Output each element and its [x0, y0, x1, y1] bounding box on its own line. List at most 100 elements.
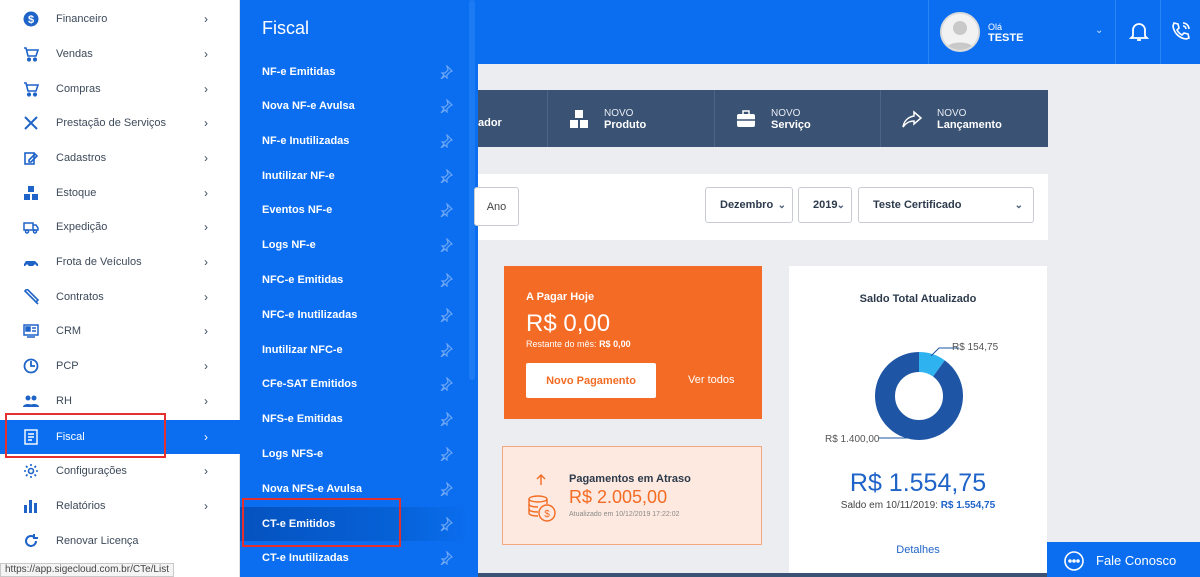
submenu-item-nfe-inutilizadas[interactable]: NF-e Inutilizadas [240, 124, 470, 158]
dollar-circle-icon: $ [23, 11, 39, 27]
submenu-item-inutilizar-nfe[interactable]: Inutilizar NF-e [240, 159, 470, 193]
pin-icon[interactable] [439, 307, 454, 323]
sidebar-item-estoque[interactable]: Estoque › [0, 176, 240, 210]
submenu-item-nova-nfse-avulsa[interactable]: Nova NFS-e Avulsa [240, 472, 470, 506]
cart-icon [23, 81, 39, 97]
chevron-right-icon: › [204, 359, 208, 373]
pin-icon[interactable] [439, 411, 454, 427]
sidebar-item-renovar-licenca[interactable]: Renovar Licença [0, 524, 240, 558]
quick-action-partial-label[interactable]: ador [478, 117, 502, 129]
pin-icon[interactable] [439, 376, 454, 392]
submenu-item-logs-nfse[interactable]: Logs NFS-e [240, 437, 470, 471]
chevron-right-icon: › [204, 116, 208, 130]
svg-text:$: $ [544, 509, 550, 520]
sidebar-item-label: Cadastros [56, 152, 107, 164]
share-arrow-icon [901, 108, 923, 130]
sidebar-item-configuracoes[interactable]: Configurações › [0, 454, 240, 488]
pin-icon[interactable] [439, 202, 454, 218]
chat-button[interactable]: Fale Conosco [1047, 542, 1200, 577]
sidebar-item-cadastros[interactable]: Cadastros › [0, 141, 240, 175]
view-all-link[interactable]: Ver todos [688, 374, 734, 386]
pin-icon[interactable] [439, 550, 454, 566]
sidebar-item-compras[interactable]: Compras › [0, 72, 240, 106]
chevron-right-icon: › [204, 430, 208, 444]
new-payment-button[interactable]: Novo Pagamento [526, 363, 656, 398]
donut-slice [875, 352, 963, 440]
chevron-right-icon: › [204, 82, 208, 96]
sidebar-item-label: Financeiro [56, 13, 108, 25]
refresh-icon [23, 533, 39, 549]
quick-action-label: Serviço [771, 119, 811, 131]
chevron-right-icon: › [204, 290, 208, 304]
sidebar-item-vendas[interactable]: Vendas › [0, 37, 240, 71]
sidebar-item-label: Prestação de Serviços [56, 117, 167, 129]
sidebar-item-label: CRM [56, 325, 82, 337]
details-link[interactable]: Detalhes [789, 544, 1047, 556]
submenu-item-nfce-inutilizadas[interactable]: NFC-e Inutilizadas [240, 298, 470, 332]
coins-arrow-icon: $ [525, 473, 559, 523]
sidebar-item-frota-veiculos[interactable]: Frota de Veículos › [0, 245, 240, 279]
submenu-item-nova-nfe-avulsa[interactable]: Nova NF-e Avulsa [240, 89, 470, 123]
pay-today-card: A Pagar Hoje R$ 0,00 Restante do mês: R$… [504, 266, 762, 419]
clock-chart-icon [23, 358, 39, 374]
sidebar-item-label: Fiscal [56, 431, 85, 443]
pin-icon[interactable] [439, 516, 454, 532]
chevron-down-icon[interactable]: ⌄ [1095, 25, 1103, 36]
sidebar-item-pcp[interactable]: PCP › [0, 349, 240, 383]
new-service-button[interactable]: NOVO Serviço [714, 90, 880, 147]
sidebar-item-crm[interactable]: CRM › [0, 314, 240, 348]
year-filter-button[interactable]: Ano [474, 187, 519, 226]
avatar[interactable] [940, 12, 980, 52]
late-payments-card[interactable]: $ Pagamentos em Atraso R$ 2.005,00 Atual… [502, 446, 762, 545]
chevron-right-icon: › [204, 220, 208, 234]
year-select[interactable]: 2019 ⌄ [798, 187, 852, 223]
month-select[interactable]: Dezembro ⌄ [705, 187, 793, 223]
pin-icon[interactable] [439, 237, 454, 253]
bell-icon[interactable] [1128, 20, 1150, 42]
phone-icon[interactable] [1170, 20, 1192, 42]
chevron-down-icon: ⌄ [777, 200, 786, 211]
sidebar-item-rh[interactable]: RH › [0, 384, 240, 418]
sidebar-item-relatorios[interactable]: Relatórios › [0, 489, 240, 523]
submenu-item-cte-inutilizadas[interactable]: CT-e Inutilizadas [240, 541, 470, 575]
submenu-item-cte-emitidos[interactable]: CT-e Emitidos [240, 507, 470, 541]
submenu-item-label: Nova NFS-e Avulsa [262, 483, 363, 495]
new-entry-button[interactable]: NOVO Lançamento [880, 90, 1048, 147]
company-select[interactable]: Teste Certificado ⌄ [858, 187, 1034, 223]
pin-icon[interactable] [439, 481, 454, 497]
late-payments-amount: R$ 2.005,00 [569, 487, 668, 507]
sidebar-item-expedicao[interactable]: Expedição › [0, 210, 240, 244]
late-payments-updated: Atualizado em 10/12/2019 17:22:02 [569, 511, 680, 518]
bar-chart-icon [23, 498, 39, 514]
boxes-icon [23, 185, 39, 201]
submenu-item-nfe-emitidas[interactable]: NF-e Emitidas [240, 55, 470, 89]
submenu-item-eventos-nfe[interactable]: Eventos NF-e [240, 193, 470, 227]
remaining-month-label: Restante do mês: [526, 339, 597, 349]
remaining-month: Restante do mês: R$ 0,00 [526, 339, 631, 349]
submenu-item-nfce-emitidas[interactable]: NFC-e Emitidas [240, 263, 470, 297]
sidebar-item-label: Frota de Veículos [56, 256, 142, 268]
pin-icon[interactable] [439, 133, 454, 149]
submenu-item-inutilizar-nfce[interactable]: Inutilizar NFC-e [240, 333, 470, 367]
receipt-icon [23, 429, 39, 445]
sidebar-item-fiscal[interactable]: Fiscal › [0, 420, 240, 454]
submenu-item-nfse-emitidas[interactable]: NFS-e Emitidas [240, 402, 470, 436]
pin-icon[interactable] [439, 342, 454, 358]
submenu-item-cfe-sat-emitidos[interactable]: CFe-SAT Emitidos [240, 367, 470, 401]
submenu-item-logs-nfe[interactable]: Logs NF-e [240, 228, 470, 262]
pin-icon[interactable] [439, 168, 454, 184]
briefcase-icon [735, 108, 757, 130]
sidebar-item-label: Vendas [56, 48, 93, 60]
pin-icon[interactable] [439, 446, 454, 462]
sidebar-item-label: Expedição [56, 221, 108, 233]
sidebar-item-label: RH [56, 395, 72, 407]
pin-icon[interactable] [439, 272, 454, 288]
new-product-button[interactable]: NOVO Produto [547, 90, 713, 147]
chevron-right-icon: › [204, 499, 208, 513]
pin-icon[interactable] [439, 64, 454, 80]
sidebar-item-contratos[interactable]: Contratos › [0, 280, 240, 314]
submenu-item-label: Logs NF-e [262, 239, 316, 251]
sidebar-item-financeiro[interactable]: $ Financeiro › [0, 2, 240, 36]
pin-icon[interactable] [439, 98, 454, 114]
sidebar-item-prestacao-servicos[interactable]: Prestação de Serviços › [0, 106, 240, 140]
